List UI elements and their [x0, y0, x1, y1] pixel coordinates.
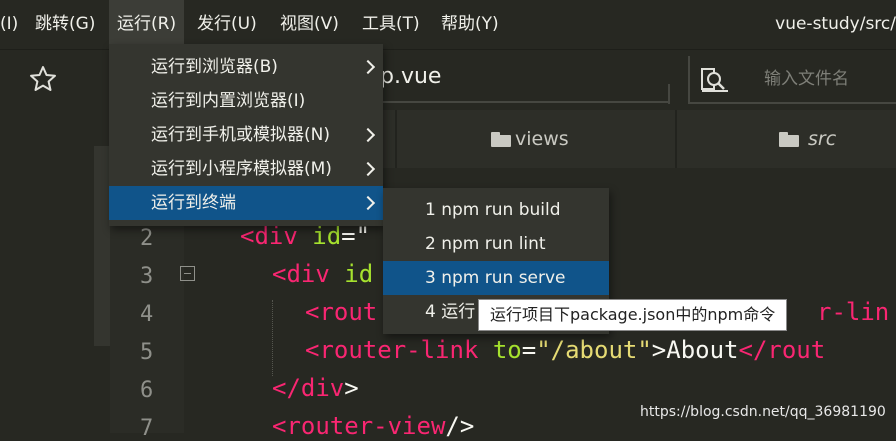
menu-item-publish[interactable]: 发行(U)	[197, 0, 257, 49]
code-line: <router-view/>	[272, 412, 475, 440]
menu-item-tools[interactable]: 工具(T)	[362, 0, 420, 49]
code-line: </div>	[272, 374, 359, 402]
run-to-phone-emulator-item[interactable]: 运行到手机或模拟器(N)	[109, 118, 383, 152]
breadcrumb-label: views	[515, 128, 569, 150]
run-to-terminal-item[interactable]: 运行到终端	[109, 186, 383, 220]
line-number: 7	[140, 416, 154, 441]
run-to-browser-item[interactable]: 运行到浏览器(B)	[109, 50, 383, 84]
active-file-tab[interactable]: p.vue	[380, 64, 441, 89]
tab-underline	[380, 101, 670, 103]
chevron-right-icon	[360, 127, 376, 143]
sidebar-scroll-track[interactable]	[94, 146, 110, 346]
menu-bar: (I) 跳转(G) 运行(R) 发行(U) 视图(V) 工具(T) 帮助(Y) …	[0, 0, 896, 50]
tab-divider	[668, 84, 670, 104]
run-to-builtin-browser-item[interactable]: 运行到内置浏览器(I)	[109, 84, 383, 118]
npm-run-serve-item[interactable]: 3 npm run serve	[383, 261, 609, 295]
run-menu: 运行到浏览器(B) 运行到内置浏览器(I) 运行到手机或模拟器(N) 运行到小程…	[109, 44, 383, 226]
menu-item-label: 3 npm run serve	[425, 268, 566, 288]
search-file-icon[interactable]	[700, 66, 730, 94]
code-line: r-lin	[817, 298, 890, 326]
menu-item-label: 运行到小程序模拟器(M)	[151, 159, 332, 179]
menu-item-label: 1 npm run build	[425, 200, 561, 220]
menu-item-label: 运行到手机或模拟器(N)	[151, 125, 330, 145]
window-title: vue-study/src/	[775, 14, 896, 34]
tooltip: 运行项目下package.json中的npm命令	[478, 299, 788, 331]
chevron-right-icon	[360, 59, 376, 75]
menu-item-run[interactable]: 运行(R)	[109, 0, 185, 49]
code-line: <div id	[272, 260, 374, 288]
menu-item-view[interactable]: 视图(V)	[280, 0, 339, 49]
chevron-right-icon	[360, 161, 376, 177]
menu-item-label: 运行到终端	[151, 193, 236, 213]
breadcrumb-label: src	[808, 128, 837, 150]
sidebar	[0, 110, 94, 433]
chevron-right-icon	[360, 195, 376, 211]
run-to-miniprogram-emulator-item[interactable]: 运行到小程序模拟器(M)	[109, 152, 383, 186]
menu-item-label: 运行到浏览器(B)	[151, 57, 278, 77]
npm-run-build-item[interactable]: 1 npm run build	[383, 193, 609, 227]
menu-item-label: 运行到内置浏览器(I)	[151, 91, 306, 111]
npm-run-lint-item[interactable]: 2 npm run lint	[383, 227, 609, 261]
menu-item-cut[interactable]: (I)	[0, 0, 18, 49]
line-number: 4	[140, 302, 154, 327]
code-line: <div id="	[240, 222, 371, 250]
menu-item-help[interactable]: 帮助(Y)	[441, 0, 499, 49]
indent-guide	[272, 300, 273, 376]
line-number: 5	[140, 340, 154, 365]
file-search-input[interactable]	[762, 64, 896, 94]
folder-icon	[779, 132, 799, 147]
watermark: https://blog.csdn.net/qq_36981190	[640, 404, 886, 420]
fold-toggle-icon[interactable]	[180, 266, 195, 281]
menu-item-goto[interactable]: 跳转(G)	[35, 0, 95, 49]
menu-item-label: 2 npm run lint	[425, 234, 546, 254]
breadcrumb-item-src[interactable]	[677, 110, 896, 168]
line-number: 6	[140, 378, 154, 403]
menu-item-label: 4 运行	[425, 302, 476, 322]
star-icon[interactable]	[28, 64, 58, 94]
folder-icon	[491, 132, 511, 147]
line-number: 3	[140, 264, 154, 289]
line-number: 2	[140, 226, 154, 251]
code-line: <router-link to="/about">About</rout	[305, 336, 826, 364]
code-line: <rout	[305, 298, 378, 326]
